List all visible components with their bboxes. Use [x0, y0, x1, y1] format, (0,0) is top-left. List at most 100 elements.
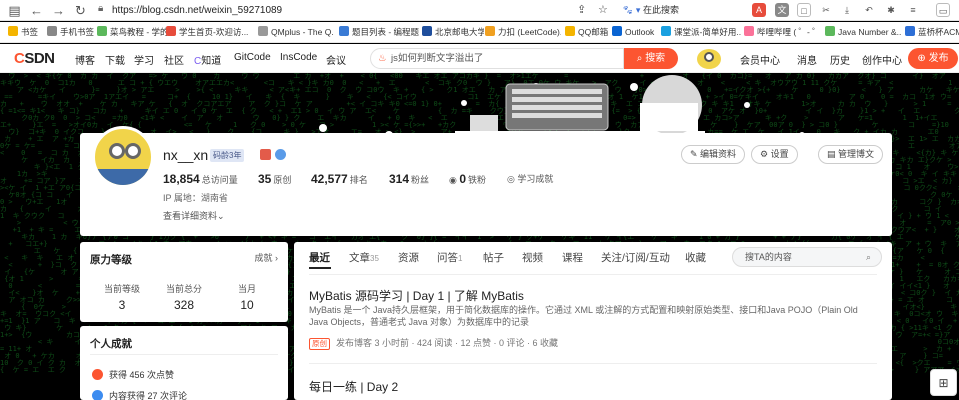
stat-achievement[interactable]: ◎ 学习成就 [507, 172, 553, 185]
stat-achievement-label: 学习成就 [517, 174, 554, 184]
site-favicon [485, 26, 495, 36]
csdn-logo[interactable]: CSDN [14, 50, 55, 67]
article-description[interactable]: MyBatis 是一个 Java持久层框架，用于简化数据库的操作。它通过 XML… [309, 304, 869, 328]
bookmark-item[interactable]: 蓝桥杯ACM... [905, 25, 959, 40]
bookmark-item[interactable]: QMplus - The Q... [258, 25, 334, 40]
forward-icon[interactable]: → [50, 2, 67, 19]
nav-learn[interactable]: 学习 [134, 52, 154, 67]
bookmark-label: 北京邮电大学 [435, 27, 484, 37]
manage-posts-button[interactable]: ▤ 管理博文 [818, 145, 884, 164]
undo-icon[interactable]: ↶ [862, 3, 876, 17]
search-icon: ⌕ [865, 252, 871, 262]
pdf-extension-icon[interactable]: A [752, 3, 766, 17]
bookmark-label: 书签 [21, 27, 39, 37]
bookmark-item[interactable]: 学生首页-欢迎访... [166, 25, 251, 40]
bookmark-item[interactable]: 北京邮电大学 [422, 25, 484, 40]
stat-rank-label: 排名 [349, 175, 368, 185]
content-search-input[interactable]: 搜TA的内容 ⌕ [732, 247, 882, 267]
bookmark-item[interactable]: 书签 [8, 25, 44, 40]
tab-recent[interactable]: 最近 [309, 250, 330, 265]
chevron-down-icon: ⌄ [217, 211, 225, 221]
edit-profile-button[interactable]: ✎ 编辑资料 [681, 145, 746, 164]
share-icon[interactable]: ⇪ [577, 2, 586, 19]
refresh-icon[interactable]: ↻ [72, 2, 89, 19]
article-title[interactable]: MyBatis 源码学习 | Day 1 | 了解 MyBatis [309, 287, 524, 304]
tab-videos[interactable]: 视频 [522, 250, 543, 265]
site-favicon [825, 26, 835, 36]
plus-icon: ⊕ [917, 53, 926, 64]
nav-vip-center[interactable]: 会员中心 [740, 52, 780, 67]
sidebar-toggle-icon[interactable]: ▤ [6, 2, 23, 19]
achievement-link[interactable]: 成就 › [254, 251, 278, 264]
bookmark-item[interactable]: 哔哩哔哩 ( ゜- ゜)... [744, 25, 820, 40]
restore-icon[interactable]: ▭ [936, 3, 950, 17]
site-search-input[interactable]: ♨ js如何判断文字溢出了 [370, 48, 624, 69]
bookmark-item[interactable]: 菜鸟教程 - 学的不... [97, 25, 167, 40]
tab-qa-count: 1 [458, 254, 463, 263]
bookmark-item[interactable]: Outlook [612, 25, 658, 40]
star-folder-icon [8, 26, 18, 36]
nav-download[interactable]: 下载 [105, 52, 125, 67]
stat-iron-fans-label: 铁粉 [468, 175, 487, 185]
nav-zhidao[interactable]: C知道 [194, 52, 221, 67]
edit-profile-label: 编辑资料 [700, 149, 737, 159]
browser-search[interactable]: 🐾︎ ▾ 在此搜索 [622, 2, 742, 19]
translate-icon[interactable]: 文 [775, 3, 789, 17]
star-icon[interactable]: ☆ [598, 2, 608, 19]
window-icon[interactable]: □ [797, 3, 811, 17]
bookmark-item[interactable]: 题目列表 - 编程题... [339, 25, 419, 40]
stat-fans-value: 314 [389, 172, 410, 186]
article-title[interactable]: 每日一练 | Day 2 [309, 378, 398, 395]
tab-resources[interactable]: 资源 [398, 250, 419, 265]
tab-follow[interactable]: 关注/订阅/互动 [601, 250, 670, 265]
achievements-card: 个人成就 获得 456 次点赞 内容获得 27 次评论 [80, 326, 288, 400]
nav-gitcode[interactable]: GitCode [234, 52, 271, 63]
article-meta: 原创 发布博客 3 小时前 · 424 阅读 · 12 点赞 · 0 评论 · 6… [309, 336, 558, 350]
tab-qa[interactable]: 问答1 [437, 250, 462, 265]
nav-inscode[interactable]: InsCode [280, 52, 317, 63]
tab-articles[interactable]: 文章35 [349, 250, 379, 265]
avatar[interactable] [697, 49, 721, 69]
tab-posts[interactable]: 帖子 [483, 250, 504, 265]
stat-visits-label: 总访问量 [201, 175, 238, 185]
force-level-card: 原力等级 成就 › 当前等级 3 当前总分 328 当月 10 [80, 242, 288, 322]
logo-c: C [14, 50, 25, 67]
stat-fans[interactable]: 314 粉丝 [389, 172, 429, 186]
bookmark-label: QQ邮箱 [578, 27, 609, 37]
stat-iron-fans[interactable]: ◉ 0 铁粉 [449, 172, 486, 186]
publish-button[interactable]: ⊕ 发布 [908, 48, 958, 69]
scissors-icon[interactable]: ✂ [819, 3, 833, 17]
extensions-icon[interactable]: ✱ [884, 3, 898, 17]
nav-history[interactable]: 历史 [830, 52, 850, 67]
tab-favorites[interactable]: 收藏 [685, 250, 706, 265]
settings-button[interactable]: ⚙ 设置 [751, 145, 798, 164]
back-icon[interactable]: ← [28, 2, 45, 19]
qrcode-float-button[interactable]: ⊞ [930, 369, 957, 396]
lock-icon[interactable]: 🔒︎ [98, 3, 110, 17]
stat-iron-fans-value: 0 [459, 172, 467, 186]
bookmark-item[interactable]: 手机书签 [47, 25, 95, 40]
csdn-top-nav: CSDN 博客 下载 学习 社区 C知道 GitCode InsCode 会议 … [0, 44, 959, 73]
nav-blog[interactable]: 博客 [75, 52, 95, 67]
nav-community[interactable]: 社区 [164, 52, 184, 67]
bookmark-item[interactable]: 力扣 (LeetCode)... [485, 25, 561, 40]
achievement-likes: 获得 456 次点赞 [92, 368, 174, 381]
level-icon [260, 149, 271, 160]
view-details-link[interactable]: 查看详细资料⌄ [163, 209, 225, 222]
download-icon[interactable]: ⤓ [840, 3, 854, 17]
bookmark-item[interactable]: 课堂派-简单好用... [661, 25, 741, 40]
tab-courses[interactable]: 课程 [562, 250, 583, 265]
nav-messages[interactable]: 消息 [797, 52, 817, 67]
menu-icon[interactable]: ≡ [906, 3, 920, 17]
nav-creator-center[interactable]: 创作中心 [862, 52, 902, 67]
site-search-button[interactable]: ⌕ 搜索 [624, 48, 678, 69]
monthly-score-label: 当月 [237, 284, 256, 294]
stat-original[interactable]: 35 原创 [258, 172, 291, 186]
profile-avatar[interactable] [92, 126, 154, 188]
stat-visits-value: 18,854 [163, 172, 200, 186]
bookmark-item[interactable]: QQ邮箱 [565, 25, 609, 40]
bookmark-item[interactable]: Java Number &... [825, 25, 901, 40]
nav-meeting[interactable]: 会议 [326, 52, 346, 67]
stat-original-label: 原创 [273, 175, 292, 185]
stat-rank[interactable]: 42,577 排名 [311, 172, 368, 186]
